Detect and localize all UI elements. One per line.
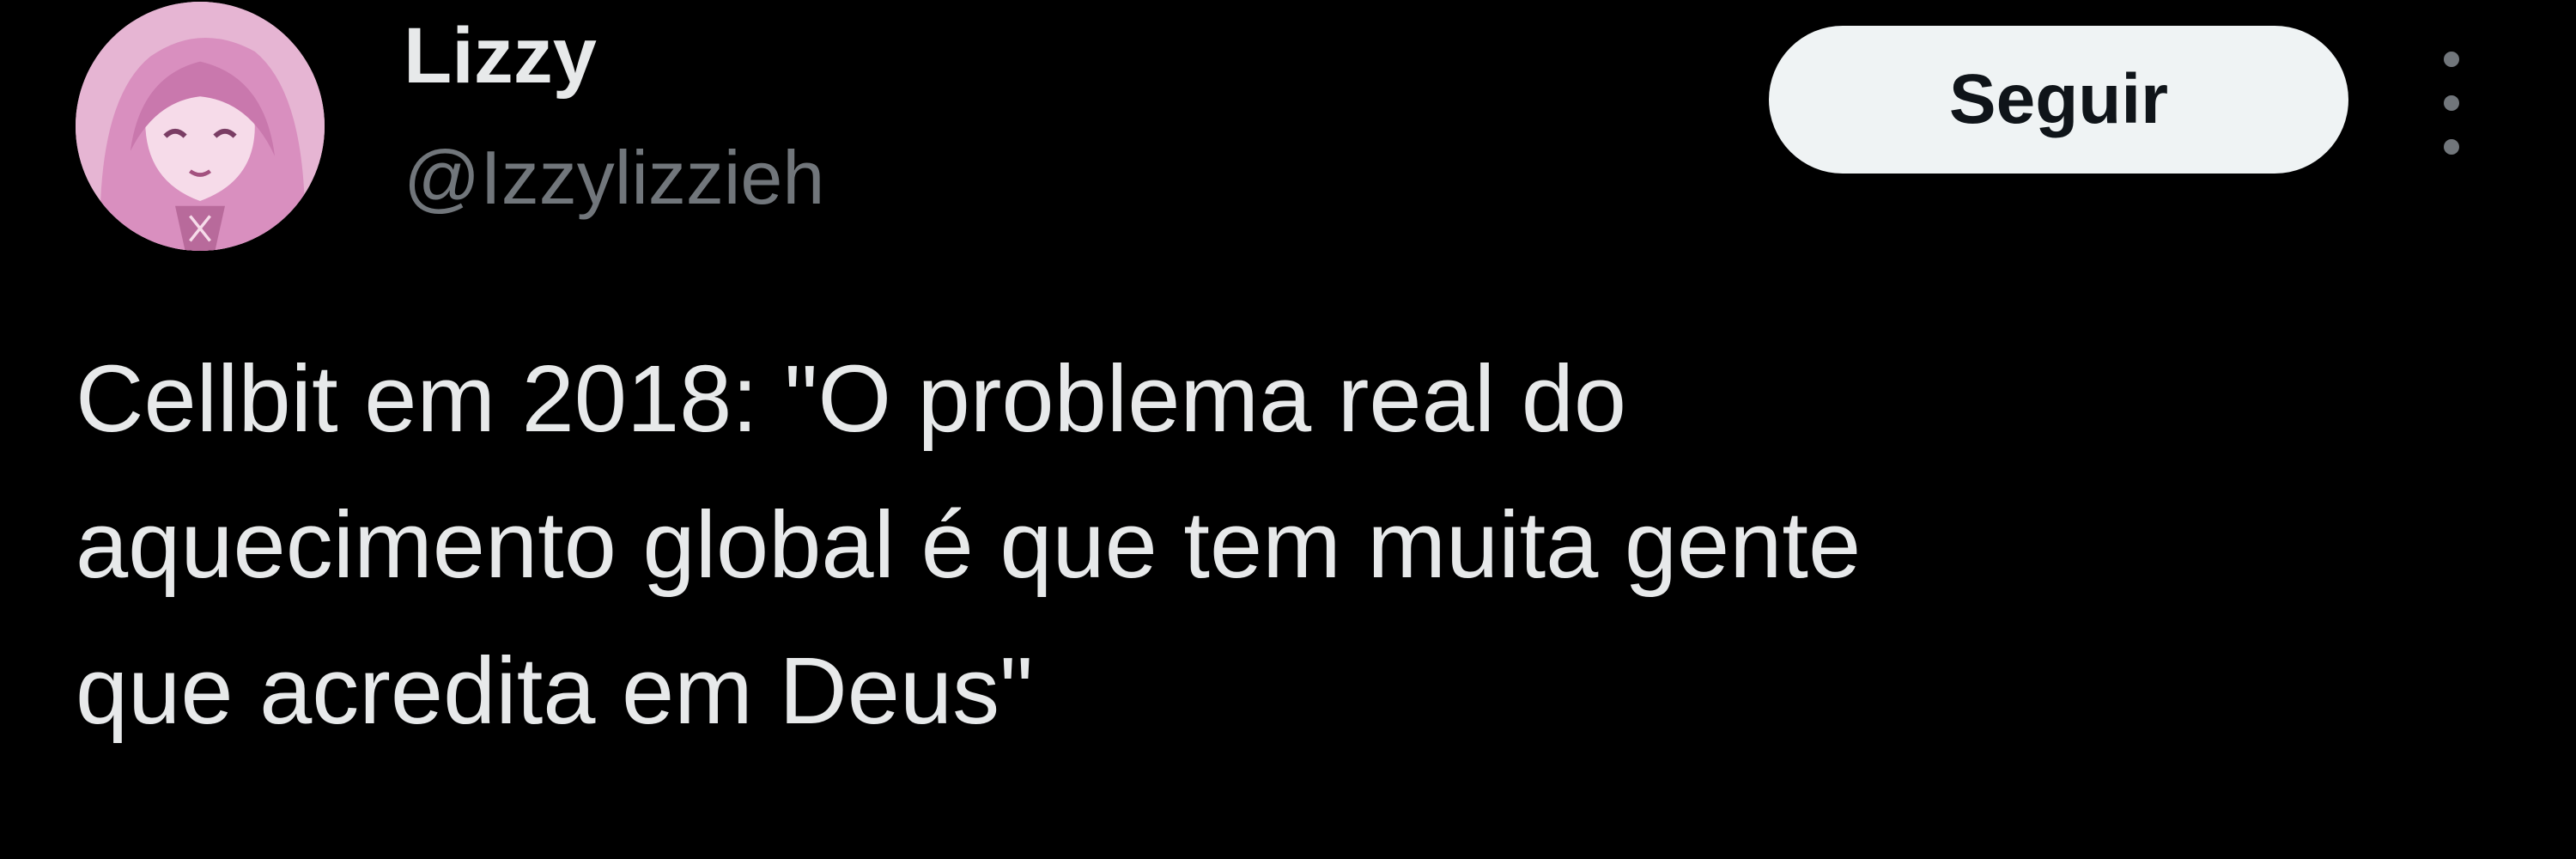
more-vertical-icon-dot xyxy=(2444,95,2459,111)
more-vertical-icon xyxy=(2444,52,2459,67)
author-display-name[interactable]: Lizzy xyxy=(404,9,597,103)
tweet-card: Lizzy @Izzylizzieh Seguir Cellbit em 201… xyxy=(0,0,2576,859)
author-handle[interactable]: @Izzylizzieh xyxy=(404,131,824,225)
user-avatar[interactable] xyxy=(76,2,325,251)
anime-avatar-icon xyxy=(76,2,325,251)
tweet-text: Cellbit em 2018: "O problema real do aqu… xyxy=(76,346,1862,744)
more-options-button[interactable] xyxy=(2421,52,2482,155)
more-vertical-icon-dot xyxy=(2444,139,2459,155)
follow-button[interactable]: Seguir xyxy=(1769,26,2348,174)
